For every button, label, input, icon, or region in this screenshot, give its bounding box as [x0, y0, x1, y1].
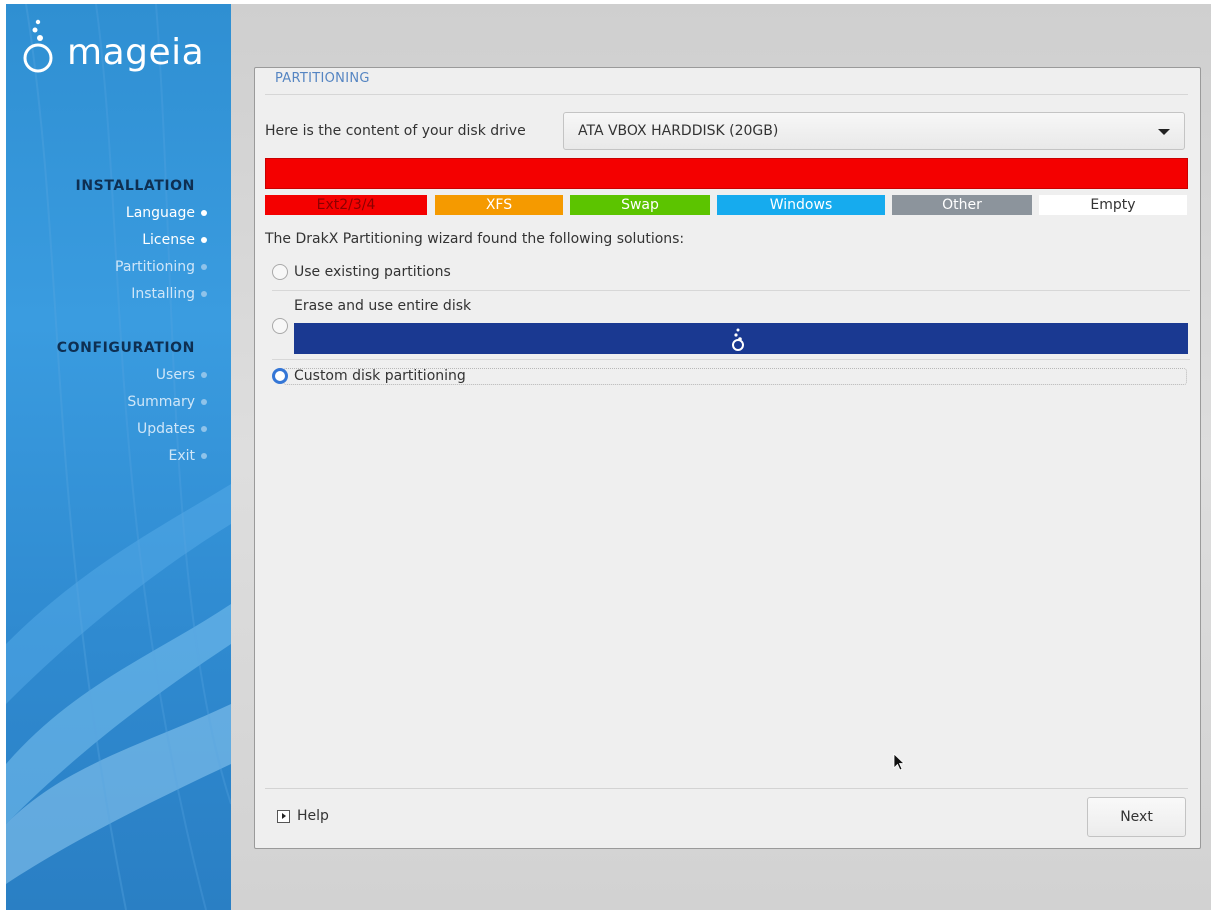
- step-users: Users: [155, 367, 195, 383]
- legend-windows: Windows: [717, 195, 885, 215]
- legend-empty: Empty: [1039, 195, 1187, 215]
- step-license-dot: [201, 237, 207, 243]
- mageia-logo: mageia: [22, 18, 222, 78]
- step-exit-dot: [201, 453, 207, 459]
- disk-drive-select-value: ATA VBOX HARDDISK (20GB): [578, 123, 779, 139]
- mageia-cauldron-icon: [23, 19, 53, 73]
- background-swoosh: [6, 4, 231, 910]
- legend-xfs: XFS: [435, 195, 563, 215]
- option-divider: [272, 359, 1190, 360]
- sidebar: mageia INSTALLATION Language License Par…: [6, 4, 231, 910]
- disk-drive-select[interactable]: ATA VBOX HARDDISK (20GB): [563, 112, 1185, 150]
- legend-ext234: Ext2/3/4: [265, 195, 427, 215]
- radio-use-existing[interactable]: [272, 264, 288, 280]
- erase-disk-preview-bar: [294, 323, 1188, 354]
- step-installing-dot: [201, 291, 207, 297]
- footer-divider: [265, 788, 1188, 789]
- disk-usage-bar: [265, 158, 1188, 189]
- expand-arrow-icon: [277, 810, 290, 823]
- option-erase-disk-label[interactable]: Erase and use entire disk: [294, 298, 471, 314]
- option-use-existing-label[interactable]: Use existing partitions: [294, 264, 451, 280]
- legend-swap: Swap: [570, 195, 710, 215]
- page-title: PARTITIONING: [275, 71, 370, 86]
- partitioning-panel: PARTITIONING Here is the content of your…: [254, 67, 1201, 849]
- step-language: Language: [125, 205, 195, 221]
- disk-drive-label: Here is the content of your disk drive: [265, 123, 526, 139]
- step-exit: Exit: [168, 448, 195, 464]
- mouse-cursor-icon: [893, 753, 906, 771]
- step-language-dot: [201, 210, 207, 216]
- step-partitioning-dot: [201, 264, 207, 270]
- configuration-section-title: CONFIGURATION: [56, 340, 195, 356]
- step-license: License: [142, 232, 195, 248]
- logo-text: mageia: [67, 32, 205, 73]
- step-installing: Installing: [131, 286, 195, 302]
- installation-section-title: INSTALLATION: [75, 178, 195, 194]
- step-updates-dot: [201, 426, 207, 432]
- next-button[interactable]: Next: [1087, 797, 1186, 837]
- chevron-down-icon: [1158, 129, 1170, 135]
- mageia-icon: [732, 328, 744, 351]
- option-divider: [272, 290, 1190, 291]
- step-summary: Summary: [127, 394, 195, 410]
- radio-erase-disk[interactable]: [272, 318, 288, 334]
- radio-custom-partitioning[interactable]: [272, 368, 288, 384]
- option-custom-partitioning-label[interactable]: Custom disk partitioning: [294, 368, 466, 384]
- step-summary-dot: [201, 399, 207, 405]
- step-users-dot: [201, 372, 207, 378]
- step-updates: Updates: [137, 421, 195, 437]
- legend-other: Other: [892, 195, 1032, 215]
- title-divider: [265, 94, 1188, 95]
- wizard-intro-text: The DrakX Partitioning wizard found the …: [265, 231, 685, 247]
- help-label: Help: [297, 808, 329, 824]
- step-partitioning: Partitioning: [115, 259, 195, 275]
